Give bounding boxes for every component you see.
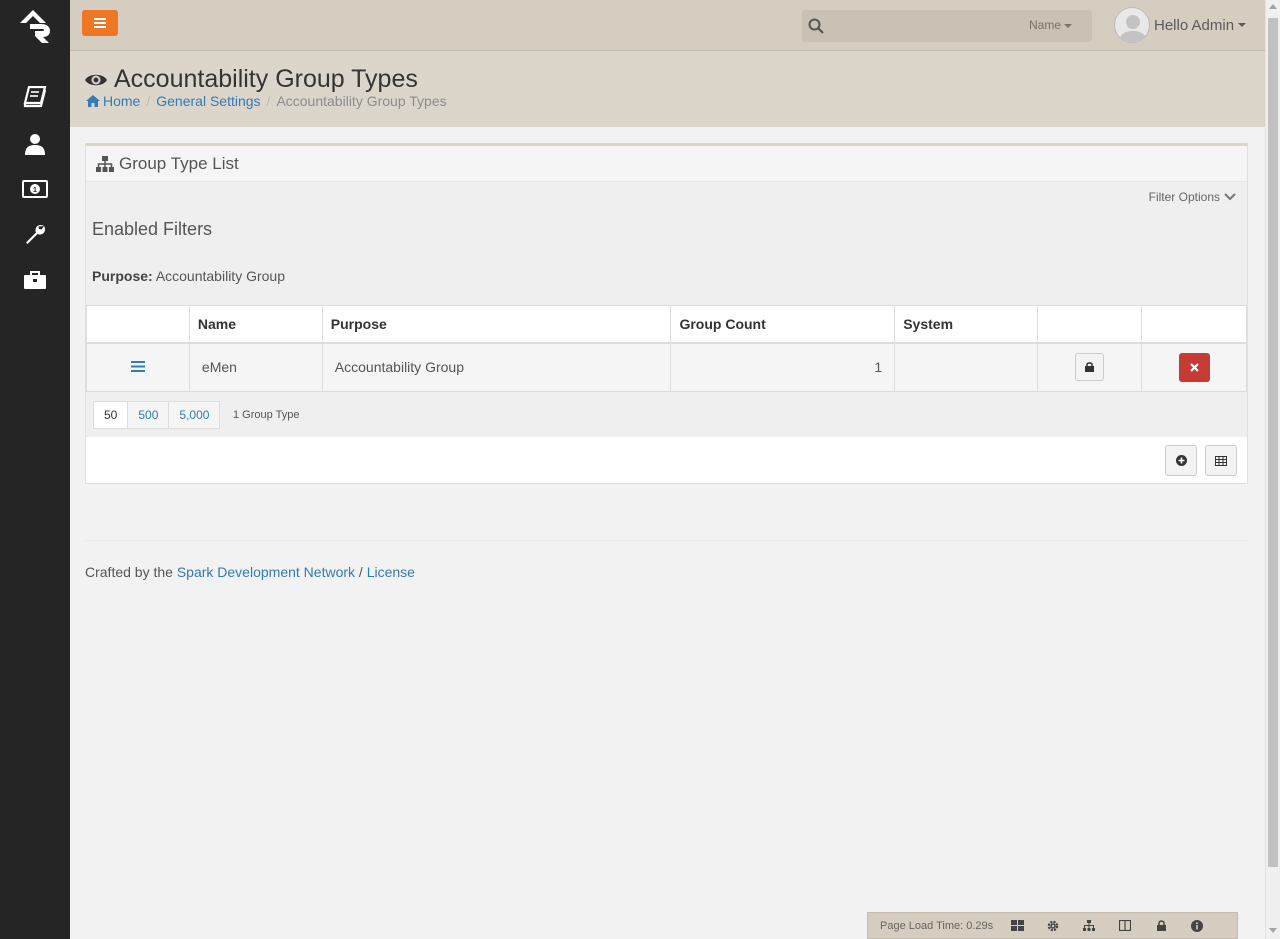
cell-group-count: 1 <box>670 342 896 392</box>
page-size-selector: 50 500 5,000 <box>93 401 221 429</box>
chevron-down-icon <box>1064 23 1072 28</box>
export-excel-button[interactable] <box>1205 445 1237 476</box>
filter-options-label: Filter Options <box>1148 190 1220 204</box>
page-footer: Crafted by the Spark Development Network… <box>85 564 415 580</box>
column-header-security <box>1037 305 1143 344</box>
scroll-up-icon[interactable] <box>1269 4 1277 9</box>
search-input[interactable] <box>832 14 1012 38</box>
columns-icon[interactable] <box>1107 912 1143 939</box>
filter-options-toggle[interactable]: Filter Options <box>1149 190 1236 204</box>
page-size-50[interactable]: 50 <box>93 401 129 429</box>
delete-button[interactable] <box>1178 352 1210 382</box>
cell-name: eMen <box>188 342 323 392</box>
footer-divider <box>85 540 1248 541</box>
table-row[interactable]: eMen Accountability Group 1 <box>86 342 1247 392</box>
filter-purpose-label: Purpose: <box>92 268 153 284</box>
add-button[interactable] <box>1165 445 1197 476</box>
breadcrumb-separator: / <box>266 93 271 109</box>
left-sidebar: 1 <box>0 0 70 939</box>
filter-purpose-value: Accountability Group <box>155 268 285 284</box>
info-icon[interactable] <box>1179 912 1215 939</box>
admin-toolbar: Page Load Time: 0.29s <box>867 912 1238 939</box>
cell-delete <box>1141 342 1247 392</box>
column-header-name[interactable]: Name <box>188 305 323 344</box>
page-title: Accountability Group Types <box>84 65 418 94</box>
search-icon[interactable] <box>808 18 824 37</box>
grid-actions <box>86 437 1247 483</box>
sitemap-icon[interactable] <box>1071 912 1107 939</box>
svg-text:1: 1 <box>33 187 37 194</box>
lock-icon <box>1085 362 1095 373</box>
chevron-down-icon <box>1238 23 1247 27</box>
page-size-500[interactable]: 500 <box>127 401 170 429</box>
license-link[interactable]: License <box>367 564 415 580</box>
page-scrollbar[interactable] <box>1265 0 1280 939</box>
page-size-5000[interactable]: 5,000 <box>168 401 221 429</box>
group-type-table: Name Purpose Group Count System eMen Acc… <box>86 305 1247 392</box>
column-header-system[interactable]: System <box>894 305 1039 344</box>
breadcrumb-general-settings[interactable]: General Settings <box>156 93 260 109</box>
spark-link[interactable]: Spark Development Network <box>177 564 355 580</box>
filter-purpose: Purpose: Accountability Group <box>92 268 285 284</box>
search-type-dropdown[interactable]: Name <box>1029 18 1072 32</box>
table-icon <box>1215 455 1227 466</box>
rock-logo[interactable] <box>0 0 70 51</box>
column-header-group-count[interactable]: Group Count <box>670 305 896 344</box>
gear-icon[interactable] <box>1035 912 1071 939</box>
sitemap-icon <box>96 155 114 172</box>
lock-icon[interactable] <box>1143 912 1179 939</box>
table-header-row: Name Purpose Group Count System <box>86 305 1247 344</box>
column-header-purpose[interactable]: Purpose <box>321 305 672 344</box>
breadcrumb-separator: / <box>146 93 151 109</box>
security-button[interactable] <box>1075 353 1105 382</box>
breadcrumb-current: Accountability Group Types <box>276 93 447 109</box>
hamburger-menu-button[interactable] <box>82 10 118 36</box>
nav-money-icon[interactable]: 1 <box>0 169 70 209</box>
nav-wrench-icon[interactable] <box>0 215 70 255</box>
item-count: 1 Group Type <box>233 409 300 421</box>
hamburger-icon <box>94 18 106 28</box>
cell-security <box>1037 342 1143 392</box>
plus-circle-icon <box>1175 455 1187 466</box>
nav-briefcase-icon[interactable] <box>0 260 70 300</box>
column-header-reorder <box>86 305 190 344</box>
page-load-time: Page Load Time: 0.29s <box>880 919 994 932</box>
search-box: Name <box>802 10 1092 42</box>
close-icon <box>1189 362 1199 372</box>
scroll-thumb[interactable] <box>1268 18 1278 867</box>
reorder-icon <box>130 361 145 373</box>
panel-heading: Group Type List <box>86 146 1247 182</box>
filter-area: Filter Options Enabled Filters Purpose: … <box>86 182 1247 305</box>
user-greeting: Hello Admin <box>1154 16 1235 34</box>
cell-purpose: Accountability Group <box>321 342 672 392</box>
footer-separator: / <box>358 564 363 580</box>
footer-prefix: Crafted by the <box>85 564 173 580</box>
scroll-down-icon[interactable] <box>1269 928 1277 933</box>
group-type-list-panel: Group Type List Filter Options Enabled F… <box>85 143 1248 484</box>
chevron-down-icon <box>1224 193 1236 201</box>
grid-footer: 50 500 5,000 1 Group Type <box>86 392 1247 437</box>
cell-system <box>894 342 1039 392</box>
page-header: Accountability Group Types Home / Genera… <box>70 51 1265 127</box>
panel-title: Group Type List <box>119 153 239 173</box>
avatar <box>1114 7 1150 43</box>
column-header-delete <box>1141 305 1247 344</box>
home-icon <box>86 95 100 107</box>
nav-book-icon[interactable] <box>0 77 70 117</box>
nav-person-icon[interactable] <box>0 124 70 164</box>
enabled-filters-heading: Enabled Filters <box>92 219 213 239</box>
top-header: Name Hello Admin <box>70 0 1265 51</box>
reorder-handle[interactable] <box>86 342 190 392</box>
breadcrumb-home[interactable]: Home <box>103 93 140 109</box>
page-zones-icon[interactable] <box>999 912 1035 939</box>
search-type-label: Name <box>1028 18 1061 32</box>
eye-icon <box>85 74 107 85</box>
user-menu[interactable]: Hello Admin <box>1114 7 1247 43</box>
page-title-text: Accountability Group Types <box>114 65 418 93</box>
breadcrumb: Home / General Settings / Accountability… <box>86 93 447 109</box>
